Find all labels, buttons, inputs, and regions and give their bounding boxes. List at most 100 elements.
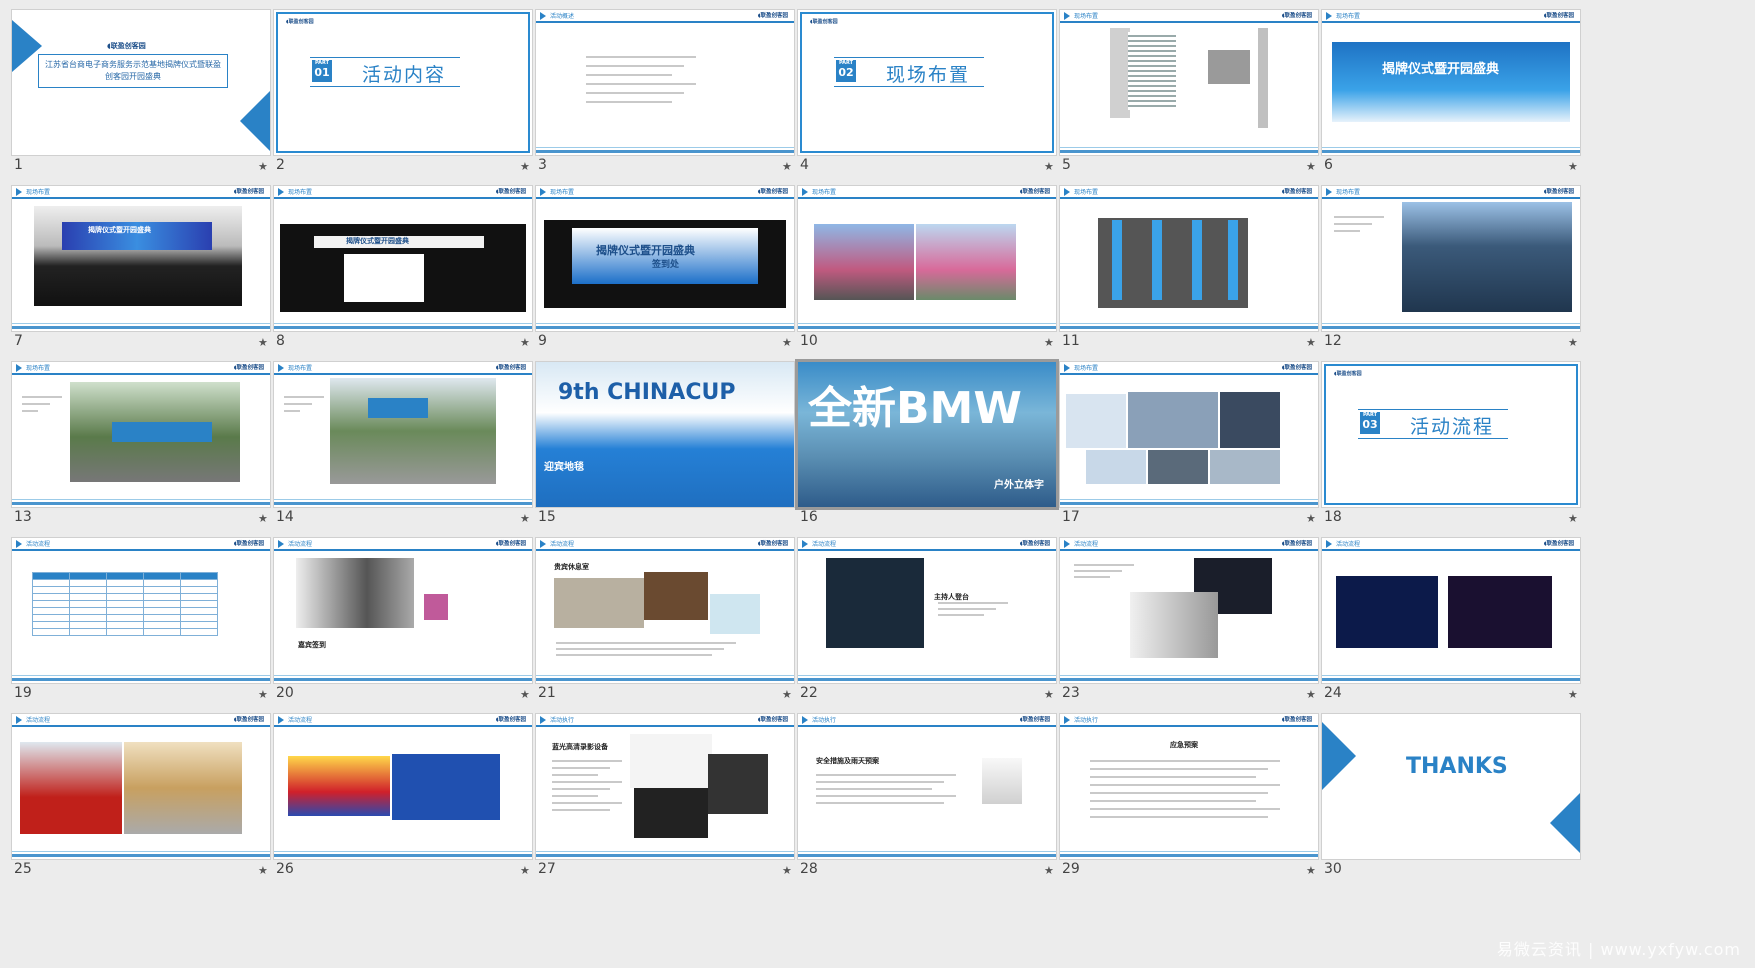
slide-canvas[interactable]: 活动流程 ◖联盈创客园 — [1060, 538, 1318, 683]
slide-header-title: 活动流程 — [812, 541, 837, 548]
slide-canvas[interactable]: 活动流程 ◖联盈创客园 — [1322, 538, 1580, 683]
slide-canvas[interactable]: ◖联盈创客园 03 活动流程 — [1322, 362, 1580, 507]
slide-thumbnail-30[interactable]: THANKS 30 — [1310, 704, 1600, 894]
slide-canvas[interactable]: 活动执行 ◖联盈创客园 应急预案 — [1060, 714, 1318, 859]
text-line — [938, 608, 996, 610]
slide-thumbnail-28[interactable]: 活动执行 ◖联盈创客园 安全措施及雨天预案 28 ★ — [786, 704, 1076, 894]
text-line — [1090, 800, 1256, 802]
schedule-table — [32, 572, 218, 636]
slide-canvas[interactable]: 现场布置 ◖联盈创客园 揭牌仪式暨开园盛典 — [12, 186, 270, 331]
text-line — [556, 648, 724, 650]
slide-thumbnail-25[interactable]: 活动流程 ◖联盈创客园 25 ★ — [0, 704, 290, 894]
slide-thumbnail-23[interactable]: 活动流程 ◖联盈创客园 23 ★ — [1048, 528, 1338, 718]
slide-thumbnail-2[interactable]: ◖联盈创客园01活动内容2★ — [262, 0, 552, 190]
slide-header-title: 活动流程 — [26, 717, 51, 724]
flower-photo — [424, 594, 448, 620]
slide-canvas[interactable]: 活动流程 ◖联盈创客园 嘉宾签到 — [274, 538, 532, 683]
slide-thumbnail-19[interactable]: 活动流程 ◖联盈创客园 19 ★ — [0, 528, 290, 718]
slide-number: 7 — [14, 333, 23, 349]
slide-canvas[interactable]: 活动概述 ◖联盈创客园 — [536, 10, 794, 155]
slide-thumbnail-3[interactable]: 活动概述 ◖联盈创客园 3 ★ — [524, 0, 814, 190]
slide-canvas[interactable]: 现场布置 ◖联盈创客园 揭牌仪式暨开园盛典 — [274, 186, 532, 331]
slide-canvas[interactable]: 现场布置 ◖联盈创客园 — [1060, 186, 1318, 331]
lounge-photo — [554, 578, 644, 628]
header-triangle-icon — [278, 716, 284, 724]
slide-canvas[interactable]: 现场布置 ◖联盈创客园 — [274, 362, 532, 507]
slide-thumbnail-14[interactable]: 现场布置 ◖联盈创客园 14 ★ — [262, 352, 552, 542]
slide-number: 3 — [538, 157, 547, 173]
logo-text: ◖联盈创客园 — [233, 189, 264, 195]
slide-thumbnail-6[interactable]: 现场布置 ◖联盈创客园 揭牌仪式暨开园盛典 6 ★ — [1310, 0, 1600, 190]
slide-thumbnail-8[interactable]: 现场布置 ◖联盈创客园 揭牌仪式暨开园盛典 8 ★ — [262, 176, 552, 366]
logo-text: ◖联盈创客园 — [233, 541, 264, 547]
slide-thumbnail-17[interactable]: 现场布置 ◖联盈创客园 17 ★ — [1048, 352, 1338, 542]
slide-canvas[interactable]: 活动流程 ◖联盈创客园 — [12, 714, 270, 859]
slide-thumbnail-15[interactable]: 9th CHINACUP 迎宾地毯 15 — [524, 352, 814, 542]
slide-canvas[interactable]: 现场布置 ◖联盈创客园 揭牌仪式暨开园盛典 — [1322, 10, 1580, 155]
header-rule — [274, 197, 532, 199]
section-title: 现场布置 — [886, 64, 971, 86]
footer-bar — [1060, 854, 1318, 857]
text-line — [586, 74, 672, 76]
slide-canvas[interactable]: 9th CHINACUP 迎宾地毯 — [536, 362, 794, 507]
roll-banner — [1192, 220, 1202, 300]
slide-canvas[interactable]: 现场布置 ◖联盈创客园 — [1060, 362, 1318, 507]
slide-canvas[interactable]: 全新BMW 户外立体字 — [798, 362, 1056, 507]
slide-thumbnail-13[interactable]: 现场布置 ◖联盈创客园 13 ★ — [0, 352, 290, 542]
slide-canvas[interactable]: 现场布置 ◖联盈创客园 — [1060, 10, 1318, 155]
text-line — [1090, 816, 1268, 818]
slide-number: 24 — [1324, 685, 1342, 701]
slide-thumbnail-7[interactable]: 现场布置 ◖联盈创客园 揭牌仪式暨开园盛典 7 ★ — [0, 176, 290, 366]
slide-thumbnail-24[interactable]: 活动流程 ◖联盈创客园 24 ★ — [1310, 528, 1600, 718]
slide-number: 29 — [1062, 861, 1080, 877]
transition-star-icon[interactable]: ★ — [1568, 512, 1578, 525]
transition-star-icon[interactable]: ★ — [1568, 160, 1578, 173]
slide-thumbnail-4[interactable]: ◖联盈创客园02现场布置4★ — [786, 0, 1076, 190]
slide-thumbnail-21[interactable]: 活动流程 ◖联盈创客园 贵宾休息室 21 ★ — [524, 528, 814, 718]
logo-text: ◖联盈创客园 — [1543, 13, 1574, 19]
transition-star-icon[interactable]: ★ — [1568, 336, 1578, 349]
slide-thumbnail-16[interactable]: 全新BMW 户外立体字 16 — [786, 352, 1076, 542]
slide-canvas[interactable]: 现场布置 ◖联盈创客园 — [798, 186, 1056, 331]
slide-canvas[interactable]: ◖联盈创客园 01 活动内容 — [274, 10, 532, 155]
slide-canvas[interactable]: ◖联盈创客园 江苏省台商电子商务服务示范基地揭牌仪式暨联盈创客园开园盛典 — [12, 10, 270, 155]
slide-canvas[interactable]: 活动流程 ◖联盈创客园 主持人登台 — [798, 538, 1056, 683]
slide-header-title: 现场布置 — [1336, 189, 1361, 196]
slide-canvas[interactable]: THANKS — [1322, 714, 1580, 859]
slide-canvas[interactable]: 现场布置 ◖联盈创客园 — [1322, 186, 1580, 331]
slide-canvas[interactable]: ◖联盈创客园 02 现场布置 — [798, 10, 1056, 155]
slide-thumbnail-18[interactable]: ◖联盈创客园 03 活动流程 18 ★ — [1310, 352, 1600, 542]
slide-canvas[interactable]: 活动执行 ◖联盈创客园 安全措施及雨天预案 — [798, 714, 1056, 859]
slide-thumbnail-5[interactable]: 现场布置 ◖联盈创客园 5 ★ — [1048, 0, 1338, 190]
slide-thumbnail-12[interactable]: 现场布置 ◖联盈创客园 12 ★ — [1310, 176, 1600, 366]
slide-thumbnail-27[interactable]: 活动执行 ◖联盈创客园 蓝光高清录影设备 27 ★ — [524, 704, 814, 894]
slide-canvas[interactable]: 活动执行 ◖联盈创客园 蓝光高清录影设备 — [536, 714, 794, 859]
slide-thumbnail-26[interactable]: 活动流程 ◖联盈创客园 26 ★ — [262, 704, 552, 894]
text-line — [1074, 576, 1110, 578]
balloon-photo — [392, 754, 500, 820]
slide-canvas[interactable]: 活动流程 ◖联盈创客园 贵宾休息室 — [536, 538, 794, 683]
text-line — [284, 396, 324, 398]
slide-thumbnail-9[interactable]: 现场布置 ◖联盈创客园 揭牌仪式暨开园盛典 签到处 9 ★ — [524, 176, 814, 366]
transition-star-icon[interactable]: ★ — [1568, 688, 1578, 701]
slide-canvas[interactable]: 活动流程 ◖联盈创客园 — [274, 714, 532, 859]
header-rule — [536, 197, 794, 199]
slide-thumbnail-10[interactable]: 现场布置 ◖联盈创客园 10 ★ — [786, 176, 1076, 366]
slide-thumbnail-22[interactable]: 活动流程 ◖联盈创客园 主持人登台 22 ★ — [786, 528, 1076, 718]
slide-header: 活动流程 ◖联盈创客园 — [274, 538, 532, 551]
thanks-text: THANKS — [1406, 754, 1508, 779]
footer-line — [1322, 675, 1580, 676]
slide-canvas[interactable]: 活动流程 ◖联盈创客园 — [12, 538, 270, 683]
slide-thumbnail-11[interactable]: 现场布置 ◖联盈创客园 11 ★ — [1048, 176, 1338, 366]
slide-canvas[interactable]: 现场布置 ◖联盈创客园 揭牌仪式暨开园盛典 签到处 — [536, 186, 794, 331]
header-triangle-icon — [1326, 12, 1332, 20]
slide-thumbnail-1[interactable]: ◖联盈创客园 江苏省台商电子商务服务示范基地揭牌仪式暨联盈创客园开园盛典 1 ★ — [0, 0, 290, 190]
slide-canvas[interactable]: 现场布置 ◖联盈创客园 — [12, 362, 270, 507]
slide-thumbnail-29[interactable]: 活动执行 ◖联盈创客园 应急预案 29 ★ — [1048, 704, 1338, 894]
header-triangle-icon — [802, 716, 808, 724]
slide-header-title: 现场布置 — [26, 189, 51, 196]
text-line — [816, 795, 956, 797]
slide-caption: 蓝光高清录影设备 — [552, 743, 608, 751]
text-line — [552, 760, 622, 762]
slide-thumbnail-20[interactable]: 活动流程 ◖联盈创客园 嘉宾签到 20 ★ — [262, 528, 552, 718]
